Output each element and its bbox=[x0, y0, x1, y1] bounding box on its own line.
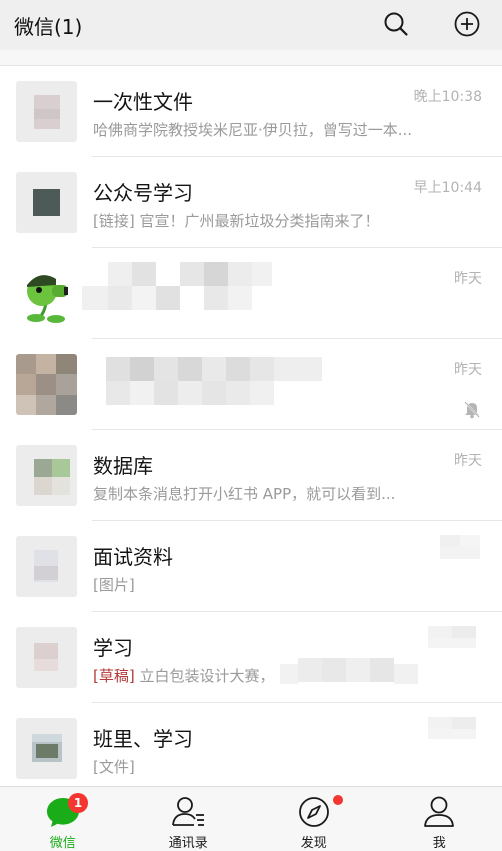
chat-preview: 哈佛商学院教授埃米尼亚·伊贝拉，曾写过一本... bbox=[93, 121, 413, 139]
avatar bbox=[16, 81, 77, 142]
chat-preview: [图片] bbox=[93, 576, 135, 594]
chat-name: 班里、学习 bbox=[93, 727, 193, 751]
chat-preview: [文件] bbox=[93, 758, 135, 776]
person-icon bbox=[421, 795, 457, 829]
chat-item-blurred-1[interactable]: 昨天 bbox=[0, 248, 502, 339]
plus-circle-icon[interactable] bbox=[449, 6, 485, 42]
unread-badge: 1 bbox=[68, 793, 88, 813]
avatar bbox=[16, 718, 77, 779]
compass-icon bbox=[296, 795, 332, 829]
header-divider bbox=[0, 50, 502, 66]
page-title: 微信(1) bbox=[14, 14, 83, 39]
chat-time: 昨天 bbox=[454, 271, 482, 287]
search-icon[interactable] bbox=[378, 6, 414, 42]
chat-item-xuexi[interactable]: 学习 [草稿] 立白包装设计大赛， bbox=[0, 612, 502, 703]
chat-name: 公众号学习 bbox=[93, 181, 193, 205]
chat-name: 数据库 bbox=[93, 454, 153, 478]
chat-preview: [链接] 官宣！广州最新垃圾分类指南来了！ bbox=[93, 212, 380, 230]
chat-preview: [草稿] 立白包装设计大赛， bbox=[93, 665, 275, 686]
contacts-icon bbox=[170, 795, 206, 829]
chat-name: 一次性文件 bbox=[93, 90, 193, 114]
avatar bbox=[16, 627, 77, 688]
chat-name: 面试资料 bbox=[93, 545, 173, 569]
chat-item-banli-xuexi[interactable]: 班里、学习 [文件] bbox=[0, 703, 502, 786]
avatar bbox=[16, 354, 77, 415]
notification-dot bbox=[333, 795, 343, 805]
top-header: 微信(1) bbox=[0, 0, 502, 50]
tab-label: 通讯录 bbox=[168, 836, 208, 851]
tab-label: 微信 bbox=[49, 836, 76, 851]
bottom-tab-bar: 微信 1 通讯录 发现 我 bbox=[0, 786, 502, 851]
chat-preview: 复制本条消息打开小红书 APP，就可以看到... bbox=[93, 485, 396, 503]
bell-muted-icon bbox=[462, 399, 482, 419]
tab-me[interactable]: 我 bbox=[377, 787, 502, 851]
avatar bbox=[16, 445, 77, 506]
chat-name: 学习 bbox=[93, 636, 133, 660]
chat-item-yicixingwenjian[interactable]: 一次性文件 哈佛商学院教授埃米尼亚·伊贝拉，曾写过一本... 晚上10:38 bbox=[0, 66, 502, 157]
chat-item-blurred-2[interactable]: 昨天 bbox=[0, 339, 502, 430]
avatar bbox=[16, 536, 77, 597]
chat-item-mianshiziliao[interactable]: 面试资料 [图片] bbox=[0, 521, 502, 612]
chat-item-gongzhonghaoxuexi[interactable]: 公众号学习 [链接] 官宣！广州最新垃圾分类指南来了！ 早上10:44 bbox=[0, 157, 502, 248]
chat-time: 晚上10:38 bbox=[413, 89, 482, 105]
peashooter-avatar bbox=[16, 263, 77, 324]
tab-contacts[interactable]: 通讯录 bbox=[126, 787, 252, 851]
draft-tag: [草稿] bbox=[93, 667, 135, 685]
chat-list: 一次性文件 哈佛商学院教授埃米尼亚·伊贝拉，曾写过一本... 晚上10:38 公… bbox=[0, 66, 502, 786]
tab-label: 我 bbox=[432, 836, 446, 851]
tab-label: 发现 bbox=[300, 836, 327, 851]
tab-weixin[interactable]: 微信 1 bbox=[0, 787, 126, 851]
tab-discover[interactable]: 发现 bbox=[251, 787, 377, 851]
avatar bbox=[16, 172, 77, 233]
draft-text: 立白包装设计大赛， bbox=[134, 667, 275, 685]
chat-time: 早上10:44 bbox=[413, 180, 482, 196]
chat-time: 昨天 bbox=[454, 453, 482, 469]
chat-time: 昨天 bbox=[454, 362, 482, 378]
chat-item-shujuku[interactable]: 数据库 复制本条消息打开小红书 APP，就可以看到... 昨天 bbox=[0, 430, 502, 521]
